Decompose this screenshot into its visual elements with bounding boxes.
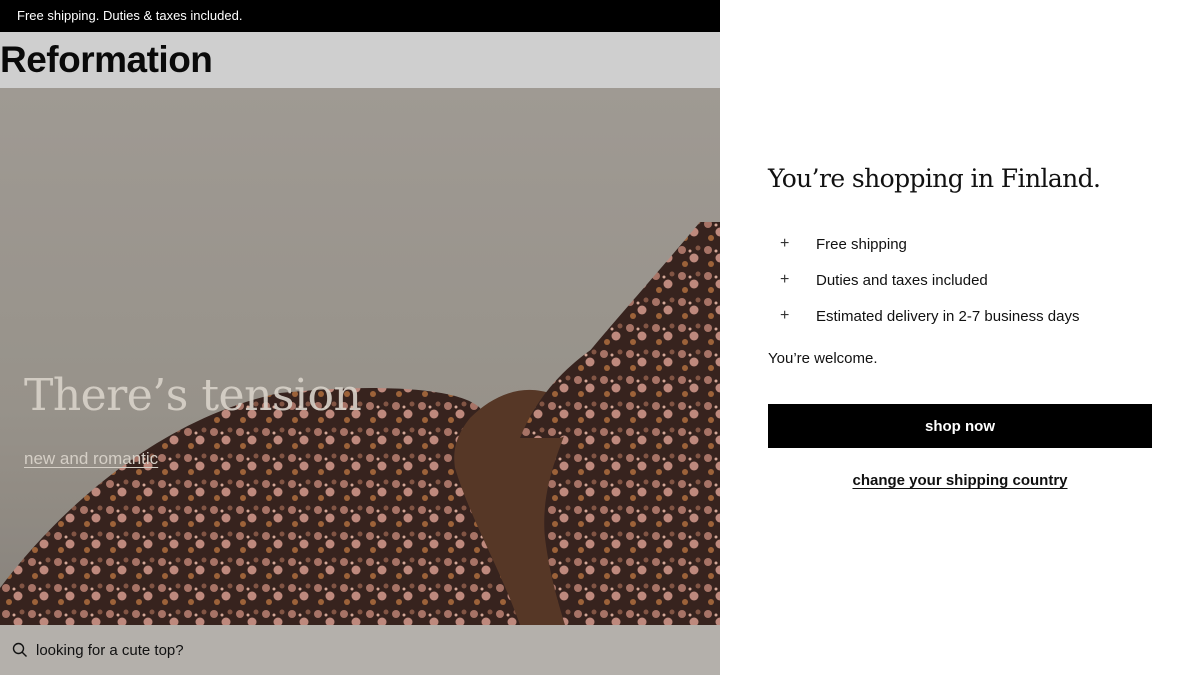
welcome-text: You’re welcome. <box>768 350 878 367</box>
hero-banner: There’s tension new and romantic <box>0 88 720 625</box>
benefit-item: + Estimated delivery in 2-7 business day… <box>768 298 1079 334</box>
benefits-list: + Free shipping + Duties and taxes inclu… <box>768 226 1079 334</box>
search-bar[interactable]: looking for a cute top? <box>0 625 720 675</box>
promo-text: Free shipping. Duties & taxes included. <box>17 8 243 23</box>
benefit-label: Free shipping <box>816 235 907 253</box>
benefit-item: + Duties and taxes included <box>768 262 1079 298</box>
country-modal: You’re shopping in Finland. + Free shipp… <box>720 0 1200 675</box>
promo-bar: Free shipping. Duties & taxes included. <box>0 0 720 32</box>
shop-now-button[interactable]: shop now <box>768 404 1152 448</box>
benefit-label: Estimated delivery in 2-7 business days <box>816 307 1080 325</box>
hero-headline: There’s tension <box>24 370 362 421</box>
hero-image <box>0 88 720 625</box>
site-header: Reformation <box>0 32 720 88</box>
hero-link[interactable]: new and romantic <box>24 449 158 469</box>
change-country-link[interactable]: change your shipping country <box>768 472 1152 489</box>
plus-icon: + <box>780 307 790 324</box>
benefit-label: Duties and taxes included <box>816 271 988 289</box>
benefit-item: + Free shipping <box>768 226 1079 262</box>
brand-logo[interactable]: Reformation <box>0 40 213 80</box>
site-background: Free shipping. Duties & taxes included. … <box>0 0 720 675</box>
plus-icon: + <box>780 235 790 252</box>
search-icon <box>12 642 28 658</box>
plus-icon: + <box>780 271 790 288</box>
modal-title: You’re shopping in Finland. <box>768 164 1101 193</box>
search-input[interactable]: looking for a cute top? <box>36 642 184 659</box>
